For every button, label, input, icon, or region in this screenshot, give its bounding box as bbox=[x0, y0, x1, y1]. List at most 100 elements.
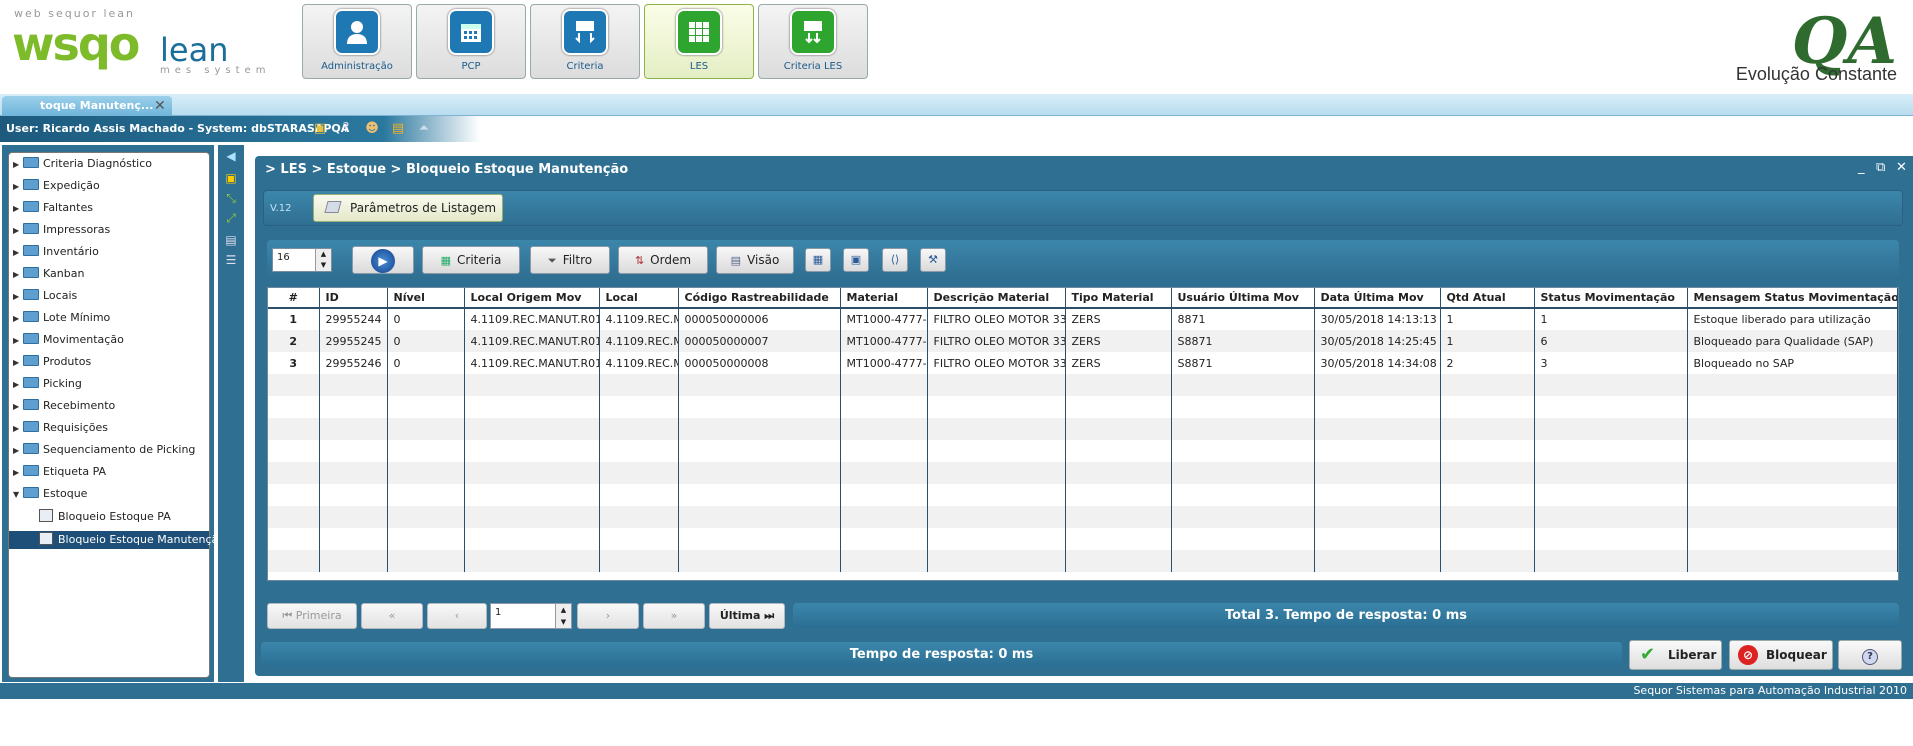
expand-icon[interactable]: ▶ bbox=[13, 160, 23, 169]
expand-icon[interactable]: ▶ bbox=[13, 468, 23, 477]
expand-icon[interactable]: ▶ bbox=[13, 226, 23, 235]
tree-item-kanban[interactable]: ▶ Kanban bbox=[13, 267, 84, 285]
view-icon: ▤ bbox=[730, 254, 742, 267]
tree-item-locais[interactable]: ▶ Locais bbox=[13, 289, 77, 307]
stepper-arrows[interactable]: ▲ ▼ bbox=[315, 249, 331, 271]
col-header[interactable]: Descrição Material bbox=[927, 288, 1066, 309]
nav-criteria-les-button[interactable]: Criteria LES bbox=[758, 4, 868, 79]
tree-item-criteria-diagnostico[interactable]: ▶ Criteria Diagnóstico bbox=[13, 157, 152, 175]
expand-icon[interactable]: ▶ bbox=[13, 446, 23, 455]
col-header[interactable]: Data Última Mov bbox=[1314, 288, 1441, 309]
expand-icon[interactable]: ▶ bbox=[13, 358, 23, 367]
expand-icon[interactable]: ▶ bbox=[13, 380, 23, 389]
col-header[interactable]: Código Rastreabilidade bbox=[678, 288, 841, 309]
next-page-button[interactable]: › bbox=[577, 603, 639, 629]
first-page-button[interactable]: ⏮ Primeira bbox=[267, 603, 357, 629]
cell: S8871 bbox=[1171, 330, 1315, 352]
version-label: V.12 bbox=[270, 203, 292, 214]
table-row[interactable]: 3 29955246 0 4.1109.REC.MANUT.R01. 4.110… bbox=[268, 352, 1898, 374]
tree-item-impressoras[interactable]: ▶ Impressoras bbox=[13, 223, 110, 241]
save-icon[interactable]: ▣ bbox=[843, 248, 869, 272]
code-icon[interactable]: ⟨⟩ bbox=[882, 248, 908, 272]
nav-pcp-button[interactable]: PCP bbox=[416, 4, 526, 79]
nav-les-button[interactable]: LES bbox=[644, 4, 754, 79]
col-header[interactable]: Local bbox=[599, 288, 679, 309]
tree-item-bloqueio-estoque-manutencao[interactable]: Bloqueio Estoque Manutençã bbox=[9, 531, 218, 549]
next-block-button[interactable]: » bbox=[643, 603, 705, 629]
col-header[interactable]: Mensagem Status Movimentação bbox=[1687, 288, 1898, 309]
col-header[interactable]: Material bbox=[840, 288, 928, 309]
tree-item-etiqueta-pa[interactable]: ▶ Etiqueta PA bbox=[13, 465, 106, 483]
close-icon[interactable]: ✕ bbox=[154, 98, 166, 114]
tree-item-faltantes[interactable]: ▶ Faltantes bbox=[13, 201, 93, 219]
tab-estoque-manutencao[interactable]: toque Manutenç... ✕ bbox=[2, 96, 172, 116]
stepper-arrows[interactable]: ▲ ▼ bbox=[555, 604, 571, 628]
nav-administracao-button[interactable]: Administração bbox=[302, 4, 412, 79]
execute-button[interactable]: ▶ bbox=[352, 246, 414, 274]
tree-item-inventario[interactable]: ▶ Inventário bbox=[13, 245, 99, 263]
tree-item-estoque[interactable]: ▼ Estoque bbox=[13, 487, 87, 505]
expand-icon[interactable]: ▶ bbox=[13, 336, 23, 345]
close-icon[interactable]: ✕ bbox=[1896, 160, 1907, 175]
expand-icon[interactable]: ▶ bbox=[13, 402, 23, 411]
layers-icon[interactable]: ▤ bbox=[223, 233, 239, 247]
last-page-button[interactable]: Última ⏭ bbox=[709, 603, 785, 629]
tree-item-recebimento[interactable]: ▶ Recebimento bbox=[13, 399, 115, 417]
expand-all-icon[interactable]: ⤡ bbox=[223, 191, 239, 205]
prev-block-button[interactable]: « bbox=[361, 603, 423, 629]
criteria-button[interactable]: ▦ Criteria bbox=[422, 246, 520, 274]
col-header[interactable]: Tipo Material bbox=[1065, 288, 1172, 309]
filter-button[interactable]: ⏷ Filtro bbox=[530, 246, 610, 274]
expand-icon[interactable]: ▶ bbox=[13, 204, 23, 213]
page-size-stepper[interactable]: 16 ▲ ▼ bbox=[272, 248, 332, 272]
expand-icon[interactable]: ▶ bbox=[13, 248, 23, 257]
lock-icon[interactable]: ▤ bbox=[390, 121, 406, 137]
col-header[interactable]: Qtd Atual bbox=[1440, 288, 1535, 309]
cell: FILTRO OLEO MOTOR 333 bbox=[927, 352, 1066, 374]
col-header[interactable]: ID bbox=[319, 288, 388, 309]
cell: 000050000008 bbox=[678, 352, 841, 374]
tree-item-sequenciamento[interactable]: ▶ Sequenciamento de Picking bbox=[13, 443, 195, 461]
expand-icon[interactable]: ▶ bbox=[13, 314, 23, 323]
prev-page-button[interactable]: ‹ bbox=[427, 603, 487, 629]
tree-item-expedicao[interactable]: ▶ Expedição bbox=[13, 179, 100, 197]
expand-icon[interactable]: ▶ bbox=[13, 424, 23, 433]
lock-icon[interactable]: ▣ bbox=[223, 171, 239, 185]
expand-icon[interactable]: ▶ bbox=[13, 292, 23, 301]
help-icon[interactable]: ? bbox=[338, 121, 354, 137]
table-row[interactable]: 1 29955244 0 4.1109.REC.MANUT.R01. 4.110… bbox=[268, 308, 1898, 330]
collapse-icon[interactable]: ▼ bbox=[13, 490, 23, 499]
nav-criteria-button[interactable]: Criteria bbox=[530, 4, 640, 79]
collapse-icon[interactable]: ⏶ bbox=[416, 121, 432, 137]
tree-item-produtos[interactable]: ▶ Produtos bbox=[13, 355, 91, 373]
expand-icon[interactable]: ▶ bbox=[13, 270, 23, 279]
table-row[interactable]: 2 29955245 0 4.1109.REC.MANUT.R01. 4.110… bbox=[268, 330, 1898, 352]
col-header[interactable]: # bbox=[268, 288, 320, 309]
users-icon[interactable]: ☻ bbox=[364, 121, 380, 137]
help-button[interactable]: ? bbox=[1838, 640, 1902, 670]
tree-item-lote-minimo[interactable]: ▶ Lote Mínimo bbox=[13, 311, 110, 329]
minimize-icon[interactable]: _ bbox=[1858, 160, 1865, 175]
export-icon[interactable]: ▦ bbox=[805, 248, 831, 272]
tools-icon[interactable]: ⚒ bbox=[920, 248, 946, 272]
sort-button[interactable]: ⇅ Ordem bbox=[618, 246, 708, 274]
tree-item-requisicoes[interactable]: ▶ Requisições bbox=[13, 421, 108, 439]
expand-icon[interactable]: ▶ bbox=[13, 182, 23, 191]
collapse-left-icon[interactable]: ◀ bbox=[223, 149, 239, 163]
tree-item-movimentacao[interactable]: ▶ Movimentação bbox=[13, 333, 124, 351]
page-number-stepper[interactable]: 1 ▲ ▼ bbox=[490, 603, 572, 629]
list-params-button[interactable]: Parâmetros de Listagem bbox=[313, 194, 503, 222]
col-header[interactable]: Status Movimentação bbox=[1534, 288, 1688, 309]
restore-icon[interactable]: ⧉ bbox=[1876, 160, 1885, 175]
tree-item-bloqueio-estoque-pa[interactable]: Bloqueio Estoque PA bbox=[39, 509, 171, 527]
tree-item-picking[interactable]: ▶ Picking bbox=[13, 377, 82, 395]
block-button[interactable]: ⊘ Bloquear bbox=[1729, 640, 1833, 670]
view-button[interactable]: ▤ Visão bbox=[716, 246, 794, 274]
collapse-all-icon[interactable]: ⤢ bbox=[223, 211, 239, 225]
col-header[interactable]: Local Origem Mov bbox=[464, 288, 600, 309]
list-icon[interactable]: ☰ bbox=[223, 253, 239, 267]
col-header[interactable]: Usuário Última Mov bbox=[1171, 288, 1315, 309]
release-button[interactable]: ✔ Liberar bbox=[1629, 640, 1722, 670]
col-header[interactable]: Nível bbox=[387, 288, 465, 309]
exit-icon[interactable]: ▣ bbox=[312, 121, 328, 137]
